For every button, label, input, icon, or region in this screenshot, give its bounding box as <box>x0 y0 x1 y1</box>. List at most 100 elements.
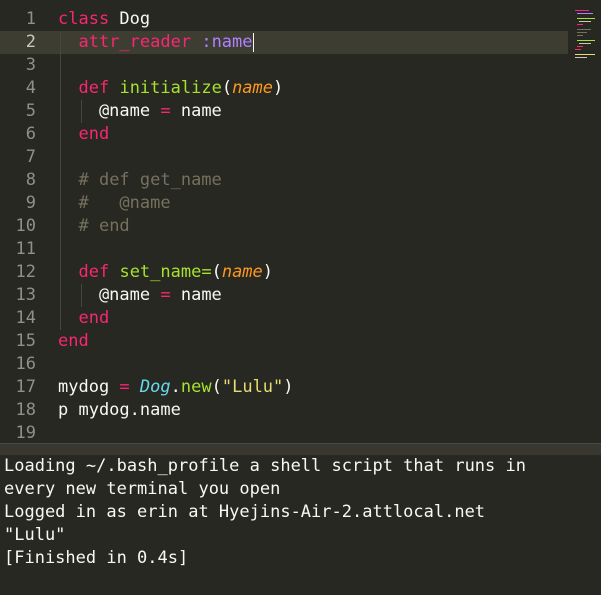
minimap-line <box>577 32 587 33</box>
line-number: 4 <box>25 78 36 98</box>
minimap-line <box>575 57 587 58</box>
line-number: 14 <box>15 308 36 328</box>
code-line[interactable]: end <box>58 330 568 353</box>
minimap-line <box>575 54 595 55</box>
line-number: 17 <box>15 377 36 397</box>
minimap-line <box>577 18 595 19</box>
code-token: end <box>58 331 89 351</box>
code-token: = <box>119 377 130 397</box>
code-line[interactable]: class Dog <box>58 8 568 31</box>
code-line[interactable]: attr_reader :name <box>58 31 568 54</box>
panel-divider[interactable] <box>0 443 601 455</box>
minimap-line <box>577 24 583 25</box>
code-token: new <box>180 377 212 397</box>
code-token: mydog <box>58 377 120 397</box>
minimap-line <box>575 49 581 50</box>
code-token: ) <box>273 78 284 98</box>
minimap-line <box>579 43 591 44</box>
code-token: end <box>78 124 110 144</box>
code-line[interactable] <box>58 353 568 376</box>
code-token: ( <box>221 78 233 98</box>
code-token: Dog <box>139 377 171 397</box>
output-line: "Lulu" <box>4 525 66 545</box>
line-number: 7 <box>25 147 36 167</box>
code-line[interactable] <box>58 422 568 443</box>
minimap-line <box>577 35 583 36</box>
code-token: p mydog.name <box>58 400 181 420</box>
code-line[interactable]: def set_name=(name) <box>58 261 568 284</box>
line-number: 6 <box>25 124 36 144</box>
code-token: @name <box>58 285 161 305</box>
code-line[interactable] <box>58 238 568 261</box>
code-token: # @name <box>78 193 171 213</box>
code-token: ( <box>211 262 222 282</box>
code-line[interactable]: @name = name <box>58 284 568 307</box>
code-token: @name <box>58 101 161 121</box>
line-number: 1 <box>25 9 36 29</box>
line-number: 5 <box>25 101 36 121</box>
line-number: 16 <box>15 354 36 374</box>
code-line[interactable]: end <box>58 123 568 146</box>
output-line: every new terminal you open <box>4 479 281 499</box>
minimap[interactable] <box>575 8 597 68</box>
line-number: 9 <box>25 193 36 213</box>
code-line[interactable]: end <box>58 307 568 330</box>
code-line[interactable]: p mydog.name <box>58 399 568 422</box>
code-line[interactable]: @name = name <box>58 100 568 123</box>
code-token: # end <box>78 216 130 236</box>
minimap-line <box>577 40 595 41</box>
output-line: Logged in as erin at Hyejins-Air-2.attlo… <box>4 502 486 522</box>
code-token: = <box>160 101 171 121</box>
code-token: class <box>58 9 110 29</box>
code-line[interactable]: def initialize(name) <box>58 77 568 100</box>
code-line[interactable]: # def get_name <box>58 169 568 192</box>
code-token: initialize <box>119 78 222 98</box>
code-area[interactable]: class Dog attr_reader :name def initiali… <box>58 8 568 443</box>
output-line: Loading ~/.bash_profile a shell script t… <box>4 456 526 476</box>
minimap-line <box>577 13 593 14</box>
build-output-panel[interactable]: Loading ~/.bash_profile a shell script t… <box>0 455 601 595</box>
line-number: 11 <box>15 239 36 259</box>
line-number: 2 <box>25 32 36 52</box>
code-token: name <box>170 101 222 121</box>
code-editor[interactable]: 1 2 3 4 5 6 7 8 9 10 11 12 13 14 15 16 17 18 19 class Dog … <box>0 0 601 443</box>
code-line[interactable]: # end <box>58 215 568 238</box>
code-token: . <box>170 377 181 397</box>
minimap-line <box>577 29 591 30</box>
code-token: ) <box>262 262 274 282</box>
line-number: 15 <box>15 331 36 351</box>
code-line[interactable] <box>58 54 568 77</box>
code-token: "Lulu" <box>221 377 284 397</box>
code-line[interactable]: mydog = Dog.new("Lulu") <box>58 376 568 399</box>
line-number-gutter[interactable]: 1 2 3 4 5 6 7 8 9 10 11 12 13 14 15 16 17 18 19 <box>0 0 46 443</box>
minimap-line <box>579 21 591 22</box>
code-line[interactable]: # @name <box>58 192 568 215</box>
code-token: # def get_name <box>78 170 222 190</box>
code-token: def <box>78 262 110 282</box>
code-token: name <box>232 78 274 98</box>
code-token: name <box>221 262 263 282</box>
code-token: end <box>78 308 110 328</box>
code-token: ) <box>283 377 294 397</box>
code-token: set_name= <box>119 262 212 282</box>
code-token: Dog <box>109 9 151 29</box>
line-number: 8 <box>25 170 36 190</box>
line-number: 12 <box>15 262 36 282</box>
line-number: 13 <box>15 285 36 305</box>
line-number: 3 <box>25 55 36 75</box>
minimap-line <box>577 46 583 47</box>
minimap-line <box>575 10 589 11</box>
code-token: name <box>170 285 222 305</box>
code-line[interactable] <box>58 146 568 169</box>
output-line: [Finished in 0.4s] <box>4 548 189 568</box>
code-token: attr_reader <box>78 32 192 52</box>
